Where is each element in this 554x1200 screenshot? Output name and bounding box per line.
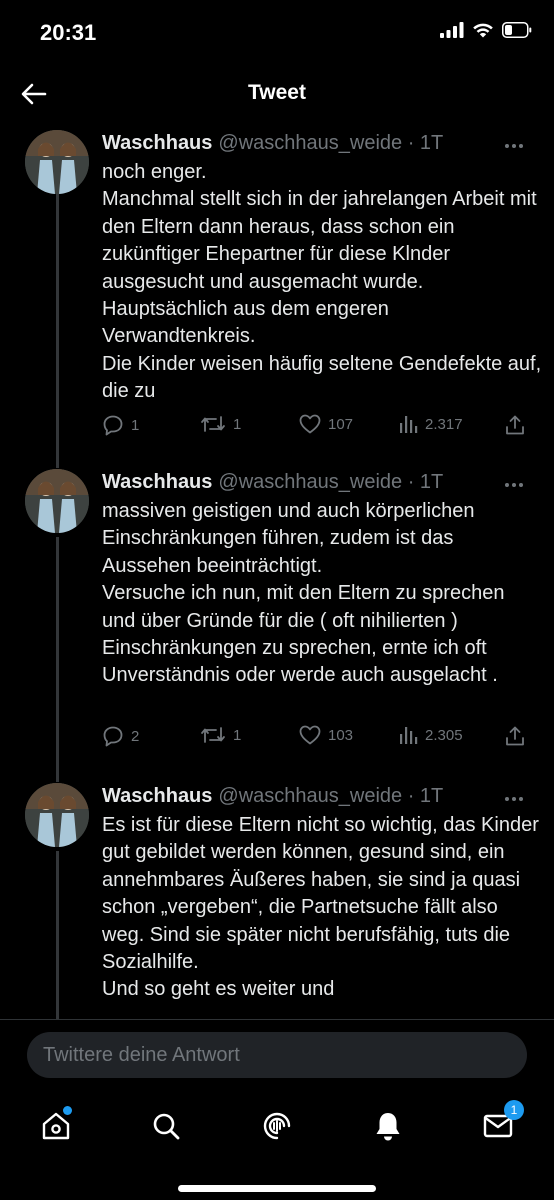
bell-icon [376,1113,400,1141]
retweet-button[interactable]: 1 [200,414,241,434]
author-handle[interactable]: @waschhaus_weide · 1T [218,471,443,494]
home-icon [42,1112,70,1140]
views-button[interactable]: 2.305 [398,725,463,745]
tab-home[interactable] [34,1104,78,1148]
author-name[interactable]: Waschhaus [102,785,212,808]
status-icons [440,22,532,43]
author-name[interactable]: Waschhaus [102,132,212,155]
tweet-header: Waschhaus @waschhaus_weide · 1T [102,785,443,808]
tab-messages[interactable]: 1 [476,1100,524,1148]
retweet-count: 1 [233,726,242,744]
tweet-text: massiven geistigen und auch körperlichen… [102,500,505,687]
author-handle[interactable]: @waschhaus_weide · 1T [218,132,443,155]
author-name[interactable]: Waschhaus [102,471,212,494]
views-count: 2.317 [425,415,463,433]
tweet[interactable]: Waschhaus @waschhaus_weide · 1T noch eng… [0,130,554,448]
more-icon [505,797,523,801]
heart-icon [299,725,321,745]
status-time: 20:31 [40,20,97,45]
retweet-icon [201,416,225,432]
page-title: Tweet [248,81,306,104]
reply-icon [103,726,123,747]
share-button[interactable] [504,725,526,747]
tweet[interactable]: Waschhaus @waschhaus_weide · 1T massiven… [0,469,554,785]
share-icon [506,415,524,435]
tweet-header: Waschhaus @waschhaus_weide · 1T [102,471,443,494]
tab-search[interactable] [144,1104,188,1148]
battery-icon [502,22,532,43]
signal-icon [440,22,464,43]
home-indicator[interactable] [178,1185,376,1192]
tweet-thread: Waschhaus @waschhaus_weide · 1T noch eng… [0,124,554,1020]
reply-input[interactable]: Twittere deine Antwort [27,1032,527,1078]
tweet-header: Waschhaus @waschhaus_weide · 1T [102,132,443,155]
more-button[interactable] [504,136,524,154]
heart-icon [299,414,321,434]
tweet-text: noch enger. Manchmal stellt sich in der … [102,161,542,403]
tweet[interactable]: Waschhaus @waschhaus_weide · 1T Es ist f… [0,783,554,1020]
more-button[interactable] [504,789,524,807]
avatar[interactable] [25,130,89,194]
top-bar: Tweet [0,64,554,124]
twins-avatar-icon [25,783,89,847]
reply-count: 2 [131,727,140,745]
avatar[interactable] [25,469,89,533]
like-button[interactable]: 103 [299,725,353,745]
views-button[interactable]: 2.317 [398,414,463,434]
reply-button[interactable]: 1 [102,414,139,436]
tab-spaces[interactable] [255,1104,299,1148]
retweet-count: 1 [233,415,242,433]
more-button[interactable] [504,475,524,493]
reply-composer: Twittere deine Antwort [0,1019,554,1094]
like-count: 103 [328,726,354,744]
avatar[interactable] [25,783,89,847]
views-count: 2.305 [425,726,463,744]
bottom-tab-bar: 1 [0,1094,554,1200]
reply-count: 1 [131,416,140,434]
tweet-actions: 2 1 103 2.305 [102,725,532,755]
status-bar: 20:31 [0,0,554,64]
twins-avatar-icon [25,130,89,194]
notification-dot [63,1106,72,1115]
share-button[interactable] [504,414,526,436]
like-button[interactable]: 107 [299,414,353,434]
retweet-button[interactable]: 1 [200,725,241,745]
tab-notifications[interactable] [366,1104,410,1148]
spaces-icon [263,1112,291,1140]
wifi-icon [472,22,494,43]
share-icon [506,726,524,746]
more-icon [505,483,523,487]
retweet-icon [201,727,225,743]
tweet-text: Es ist für diese Eltern nicht so wichtig… [102,814,539,1001]
reply-button[interactable]: 2 [102,725,139,747]
views-icon [400,727,418,744]
more-icon [505,144,523,148]
messages-badge: 1 [504,1100,524,1120]
author-handle[interactable]: @waschhaus_weide · 1T [218,785,443,808]
twins-avatar-icon [25,469,89,533]
search-icon [153,1113,180,1140]
tweet-actions: 1 1 107 2.317 [102,414,532,444]
like-count: 107 [328,415,354,433]
reply-icon [103,415,123,436]
views-icon [400,416,418,433]
